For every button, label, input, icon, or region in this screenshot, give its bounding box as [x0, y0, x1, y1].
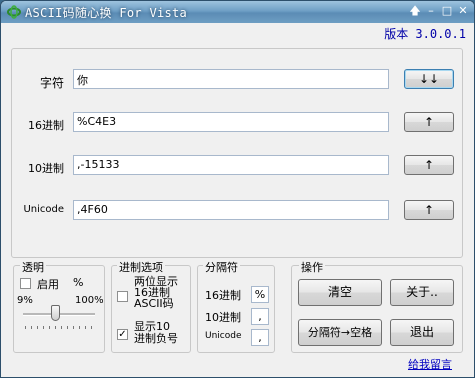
dec-input[interactable]: ,-15133 — [73, 155, 389, 175]
separator-to-space-button[interactable]: 分隔符→空格 — [298, 319, 382, 346]
char-label: 字符 — [39, 76, 64, 90]
unicode-label: Unicode — [23, 204, 64, 215]
dec-label: 10进制 — [28, 162, 64, 175]
transparency-slider-thumb[interactable] — [51, 305, 60, 321]
char-input[interactable]: 你 — [73, 69, 389, 89]
separator-hex-label: 16进制 — [205, 289, 241, 302]
show-negative-label: 显示10 进制负号 — [134, 321, 178, 345]
transparency-enable-checkbox[interactable] — [20, 278, 31, 289]
title-bar[interactable]: ASCII码随心换 For Vista 🡅 – □ ✕ — [1, 1, 474, 23]
unicode-convert-up-button[interactable]: ↑ — [404, 200, 454, 220]
transparency-title: 透明 — [20, 259, 46, 275]
app-logo-icon — [7, 5, 21, 19]
app-window: ASCII码随心换 For Vista 🡅 – □ ✕ 版本 3.0.0.1 字… — [0, 0, 475, 378]
close-icon[interactable]: ✕ — [456, 3, 470, 19]
separator-hex-input[interactable]: % — [251, 286, 269, 303]
operations-title: 操作 — [299, 259, 325, 275]
hex-input[interactable]: %C4E3 — [73, 112, 389, 132]
separator-dec-label: 10进制 — [205, 311, 241, 324]
two-digit-hex-line3: ASCII码 — [134, 297, 174, 310]
hex-convert-up-button[interactable]: ↑ — [404, 112, 454, 132]
show-negative-checkbox[interactable]: ✓ — [117, 329, 128, 340]
transparency-min-label: 9% — [17, 295, 33, 306]
main-panel: 版本 3.0.0.1 字符 你 ↓↓ 16进制 %C4E3 ↑ 10进制 ,-1… — [1, 23, 474, 377]
maximize-icon[interactable]: □ — [440, 3, 454, 19]
separator-title: 分隔符 — [203, 259, 240, 275]
percent-symbol: % — [73, 276, 84, 289]
hex-label: 16进制 — [28, 119, 64, 132]
separator-dec-input[interactable]: , — [251, 308, 269, 325]
separator-unicode-input[interactable]: , — [251, 329, 269, 346]
separator-unicode-label: Unicode — [205, 331, 242, 341]
minimize-icon[interactable]: – — [424, 3, 438, 19]
unicode-input[interactable]: ,4F60 — [73, 200, 389, 220]
feedback-link[interactable]: 给我留言 — [408, 356, 452, 372]
transparency-max-label: 100% — [75, 295, 104, 306]
slider-ticks — [25, 326, 93, 329]
two-digit-hex-checkbox[interactable] — [117, 291, 128, 302]
exit-button[interactable]: 退出 — [390, 319, 454, 346]
pin-icon[interactable]: 🡅 — [408, 3, 422, 19]
dec-convert-up-button[interactable]: ↑ — [404, 155, 454, 175]
transparency-enable-label: 启用 — [37, 278, 59, 291]
convert-down-button[interactable]: ↓↓ — [404, 69, 454, 89]
about-button[interactable]: 关于.. — [390, 279, 454, 306]
show-negative-line2: 进制负号 — [134, 332, 178, 345]
two-digit-hex-label: 两位显示 16进制 ASCII码 — [134, 276, 178, 309]
base-options-title: 进制选项 — [117, 259, 165, 275]
version-label: 版本 3.0.0.1 — [384, 27, 466, 41]
window-title: ASCII码随心换 For Vista — [25, 6, 188, 20]
clear-button[interactable]: 清空 — [298, 279, 382, 306]
